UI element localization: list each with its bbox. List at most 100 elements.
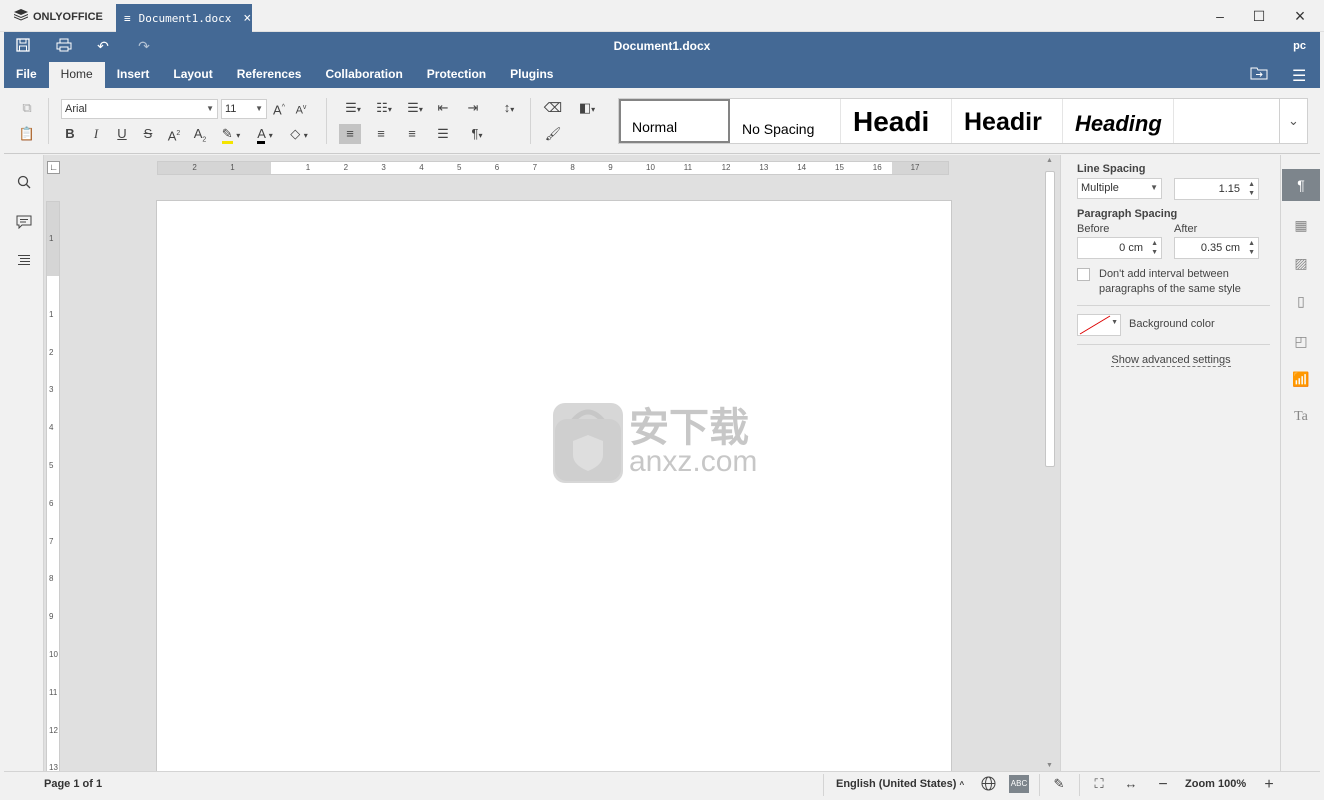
menu-protection[interactable]: Protection — [415, 62, 498, 88]
ruler-number: 7 — [49, 536, 54, 546]
ruler-number: 5 — [49, 461, 54, 470]
line-spacing-value-input[interactable]: 1.15 ▲ ▼ — [1174, 178, 1259, 200]
font-name-select[interactable]: Arial ▼ — [61, 99, 218, 119]
subscript-icon[interactable]: A2 — [189, 124, 211, 144]
globe-icon[interactable] — [978, 776, 998, 794]
spell-check-icon[interactable]: ABC — [1009, 775, 1029, 793]
menu-insert[interactable]: Insert — [105, 62, 162, 88]
left-sidebar — [4, 155, 44, 771]
close-tab-icon[interactable]: × — [243, 11, 251, 26]
align-right-icon[interactable]: ≡ — [401, 124, 423, 144]
nonprinting-characters-icon[interactable]: ¶▾ — [462, 124, 492, 144]
maximize-button[interactable]: ☐ — [1251, 8, 1267, 24]
increase-font-icon[interactable]: A^ — [268, 98, 290, 118]
clear-style-icon[interactable]: ⌫ — [542, 98, 564, 118]
open-file-location-icon[interactable] — [1250, 66, 1268, 84]
text-art-settings-icon[interactable]: Ta — [1282, 401, 1320, 433]
increase-indent-icon[interactable]: ⇥ — [462, 98, 484, 118]
search-icon[interactable] — [14, 175, 34, 195]
bold-icon[interactable]: B — [59, 124, 81, 144]
scroll-down-icon[interactable]: ▼ — [1046, 762, 1053, 769]
more-styles-chevron-icon[interactable]: ⌄ — [1279, 99, 1307, 143]
navigation-icon[interactable] — [14, 253, 34, 273]
vertical-ruler[interactable]: 1 1 2 3 4 5 6 7 8 9 10 11 12 13 — [46, 201, 60, 771]
align-left-icon[interactable]: ≡ — [339, 124, 361, 144]
spacing-after-input[interactable]: 0.35 cm ▲ ▼ — [1174, 237, 1259, 259]
line-spacing-mode-select[interactable]: Multiple ▼ — [1077, 178, 1162, 199]
chevron-down-icon: ▼ — [206, 104, 214, 113]
align-center-icon[interactable]: ≡ — [370, 124, 392, 144]
table-settings-icon[interactable]: ▦ — [1282, 209, 1320, 241]
decrease-indent-icon[interactable]: ⇤ — [432, 98, 454, 118]
menu-home[interactable]: Home — [48, 62, 105, 88]
status-divider — [1039, 774, 1040, 796]
paragraph-shading-icon[interactable]: ◇ ▾ — [284, 124, 314, 144]
ruler-number: 4 — [419, 163, 424, 172]
track-changes-icon[interactable]: ✎ — [1049, 776, 1069, 794]
zoom-in-icon[interactable]: + — [1259, 776, 1279, 794]
no-interval-checkbox[interactable] — [1077, 268, 1090, 281]
advanced-settings-link[interactable]: Show advanced settings — [1061, 354, 1281, 367]
minimize-button[interactable]: – — [1212, 8, 1228, 24]
justify-icon[interactable]: ☰ — [432, 124, 454, 144]
decrease-font-icon[interactable]: Av — [290, 98, 312, 118]
italic-icon[interactable]: I — [85, 124, 107, 144]
superscript-icon[interactable]: A2 — [163, 124, 185, 144]
spinner-arrows-icon[interactable]: ▲ ▼ — [1248, 180, 1255, 198]
numbering-icon[interactable]: ☷▾ — [370, 98, 398, 118]
underline-icon[interactable]: U — [111, 124, 133, 144]
style-normal[interactable]: Normal — [619, 99, 730, 143]
page-info[interactable]: Page 1 of 1 — [44, 778, 102, 790]
menu-references[interactable]: References — [225, 62, 314, 88]
fit-width-icon[interactable]: ↔ — [1121, 776, 1141, 794]
style-heading-2[interactable]: Headir — [952, 99, 1063, 143]
strikethrough-icon[interactable]: S — [137, 124, 159, 144]
menu-plugins[interactable]: Plugins — [498, 62, 565, 88]
scroll-up-icon[interactable]: ▲ — [1046, 157, 1053, 164]
vertical-scrollbar[interactable]: ▲ ▼ — [1044, 157, 1056, 769]
shape-settings-icon[interactable]: ◰ — [1282, 325, 1320, 357]
zoom-out-icon[interactable]: − — [1153, 776, 1173, 794]
hamburger-menu-icon[interactable]: ☰ — [1292, 66, 1306, 86]
bullets-icon[interactable]: ☰▾ — [339, 98, 367, 118]
menu-layout[interactable]: Layout — [161, 62, 224, 88]
menu-collaboration[interactable]: Collaboration — [313, 62, 414, 88]
copy-icon[interactable]: ⧉ — [16, 98, 38, 118]
status-divider — [1079, 774, 1080, 796]
main-menu: File Home Insert Layout References Colla… — [4, 62, 565, 88]
horizontal-ruler[interactable]: 2 1 1 2 3 4 5 6 7 8 9 10 11 12 13 14 15 16 17 — [157, 161, 949, 175]
spinner-arrows-icon[interactable]: ▲ ▼ — [1248, 239, 1255, 257]
chart-settings-icon[interactable]: 📶 — [1282, 363, 1320, 395]
scrollbar-thumb[interactable] — [1045, 171, 1055, 467]
multilevel-list-icon[interactable]: ☰▾ — [401, 98, 429, 118]
highlight-color-icon[interactable]: ✎ ▾ — [216, 124, 246, 144]
style-heading-1[interactable]: Headi — [841, 99, 952, 143]
shading-color-icon[interactable]: ◧▾ — [572, 98, 602, 118]
tab-stop-selector[interactable]: ∟ — [47, 161, 60, 174]
language-select[interactable]: English (United States) ^ — [836, 778, 964, 790]
document-page[interactable]: 安下载 anxz.com — [156, 200, 952, 771]
image-settings-icon[interactable]: ▨ — [1282, 247, 1320, 279]
copy-style-icon[interactable]: 🖌 — [542, 124, 564, 144]
document-area[interactable]: ∟ 2 1 1 2 3 4 5 6 7 8 9 10 11 12 13 14 15 16 17 1123456789… — [44, 155, 1060, 771]
header-footer-settings-icon[interactable]: ▯ — [1282, 285, 1320, 317]
style-heading-3[interactable]: Heading — [1063, 99, 1174, 143]
close-window-button[interactable]: × — [1292, 7, 1308, 25]
spinner-arrows-icon[interactable]: ▲ ▼ — [1151, 239, 1158, 257]
font-size-select[interactable]: 11 ▼ — [221, 99, 267, 119]
menu-file[interactable]: File — [4, 62, 49, 88]
user-name[interactable]: pc — [1293, 40, 1306, 52]
fit-page-icon[interactable]: ⛶ — [1089, 776, 1109, 794]
line-spacing-icon[interactable]: ↕▾ — [494, 98, 524, 118]
paragraph-settings-icon[interactable]: ¶ — [1282, 169, 1320, 201]
zoom-level[interactable]: Zoom 100% — [1185, 778, 1246, 790]
after-label: After — [1174, 223, 1198, 235]
ruler-number: 6 — [49, 498, 54, 508]
document-tab[interactable]: ≡ Document1.docx × — [116, 4, 252, 32]
background-color-picker[interactable]: ▼ — [1077, 314, 1121, 336]
font-color-icon[interactable]: A ▾ — [250, 124, 280, 144]
style-no-spacing[interactable]: No Spacing — [730, 99, 841, 143]
paste-icon[interactable]: 📋 — [16, 124, 38, 144]
comments-icon[interactable] — [14, 215, 34, 235]
spacing-before-input[interactable]: 0 cm ▲ ▼ — [1077, 237, 1162, 259]
